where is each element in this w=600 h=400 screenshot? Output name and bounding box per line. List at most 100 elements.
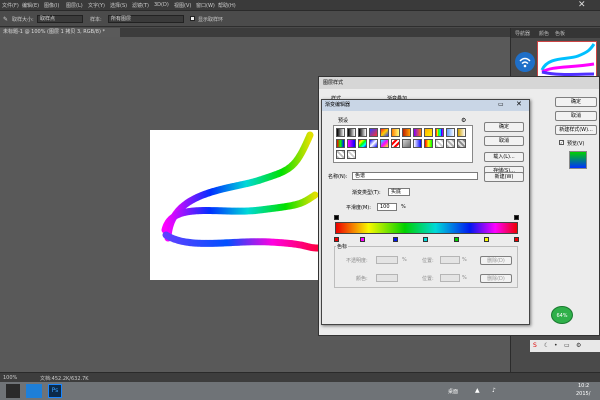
new-style-button[interactable]: 新建样式(W)... (555, 125, 597, 135)
color-location-input[interactable] (440, 274, 460, 282)
opacity-stop-left[interactable] (334, 215, 339, 220)
preset-swatch[interactable] (336, 128, 345, 137)
name-input[interactable]: 色谱 (352, 172, 478, 180)
preset-swatch[interactable] (402, 139, 411, 148)
keyboard-icon[interactable]: ▭ (564, 342, 570, 349)
preset-swatch[interactable] (369, 128, 378, 137)
color-stop[interactable] (423, 237, 428, 242)
tab-color[interactable]: 颜色 (539, 30, 549, 37)
gradient-type-select[interactable]: 实底 (388, 188, 410, 196)
preset-swatch[interactable] (457, 139, 466, 148)
sogou-icon[interactable]: S (533, 342, 537, 349)
preset-swatch[interactable] (347, 128, 356, 137)
preset-swatch[interactable] (391, 128, 400, 137)
panel-tabs: 导航器 颜色 色板 (511, 28, 600, 38)
color-stop[interactable] (393, 237, 398, 242)
preset-swatch[interactable] (336, 150, 345, 159)
volume-icon[interactable]: ♪ (492, 387, 496, 394)
color-stop[interactable] (514, 237, 519, 242)
menu-file[interactable]: 文件(F) (2, 2, 19, 9)
clock-date: 2015/ (576, 391, 591, 397)
color-stop[interactable] (454, 237, 459, 242)
gradient-ok-button[interactable]: 确定 (484, 122, 524, 132)
tab-navigator[interactable]: 导航器 (515, 30, 530, 37)
style-preview-swatch (569, 151, 587, 169)
gradient-cancel-button[interactable]: 取消 (484, 136, 524, 146)
menu-select[interactable]: 选择(S) (110, 2, 127, 9)
eyedropper-icon: ✎ (3, 16, 9, 23)
preset-swatch[interactable] (413, 139, 422, 148)
menu-image[interactable]: 图像(I) (44, 2, 59, 9)
preset-swatch[interactable] (457, 128, 466, 137)
layer-style-ok-button[interactable]: 确定 (555, 97, 597, 107)
menu-edit[interactable]: 编辑(E) (22, 2, 39, 9)
delete-opacity-stop-button[interactable]: 删除(D) (480, 256, 512, 265)
photoshop-icon[interactable]: Ps (48, 384, 62, 398)
smoothness-input[interactable]: 100 (377, 203, 397, 211)
preset-swatch[interactable] (347, 139, 356, 148)
color-swatch[interactable] (376, 274, 398, 282)
preset-swatch[interactable] (435, 139, 444, 148)
document-canvas[interactable] (150, 130, 322, 280)
gear-icon[interactable]: ⚙ (461, 117, 466, 124)
new-button[interactable]: 新建(W) (484, 172, 524, 182)
speed-badge[interactable]: 64% (551, 306, 573, 324)
menu-layer[interactable]: 图层(L) (66, 2, 83, 9)
preset-swatch[interactable] (424, 128, 433, 137)
windows-start-icon[interactable] (6, 384, 20, 398)
stops-group-label: 色标 (336, 243, 349, 250)
sample-select[interactable]: 所有图层 (108, 15, 184, 23)
color-label: 颜色: (356, 276, 368, 282)
preset-swatch[interactable] (369, 139, 378, 148)
network-icon[interactable]: ▲ (475, 387, 480, 394)
color-stop[interactable] (484, 237, 489, 242)
menu-help[interactable]: 帮助(H) (218, 2, 236, 9)
preset-swatch[interactable] (380, 128, 389, 137)
delete-color-stop-button[interactable]: 删除(D) (480, 274, 512, 283)
preset-swatch[interactable] (380, 139, 389, 148)
preset-swatch[interactable] (358, 128, 367, 137)
preset-swatch[interactable] (435, 128, 444, 137)
name-label: 名称(N): (328, 174, 348, 180)
document-size: 文档:452.2K/632.7K (40, 376, 89, 382)
preset-swatch[interactable] (446, 139, 455, 148)
opacity-input[interactable] (376, 256, 398, 264)
sample-size-select[interactable]: 取样点 (37, 15, 83, 23)
menu-window[interactable]: 窗口(W) (196, 2, 215, 9)
menu-filter[interactable]: 滤镜(T) (132, 2, 149, 9)
preset-swatch[interactable] (424, 139, 433, 148)
navigator-thumbnail[interactable] (537, 41, 597, 79)
menu-3d[interactable]: 3D(D) (154, 2, 169, 8)
preset-swatch[interactable] (358, 139, 367, 148)
color-stop[interactable] (334, 237, 339, 242)
preset-swatch[interactable] (391, 139, 400, 148)
opacity-stop-right[interactable] (514, 215, 519, 220)
desktop-label[interactable]: 桌面 (448, 388, 458, 395)
smoothness-unit: % (401, 204, 406, 210)
menu-view[interactable]: 视图(V) (174, 2, 191, 9)
tab-swatches[interactable]: 色板 (555, 30, 565, 37)
preset-swatch[interactable] (446, 128, 455, 137)
zoom-level[interactable]: 100% (3, 375, 17, 381)
opacity-location-input[interactable] (440, 256, 460, 264)
close-icon[interactable]: ✕ (578, 0, 586, 10)
show-ring-checkbox[interactable] (190, 16, 195, 21)
document-tab[interactable]: 未标题-1 @ 100% (图层 1 拷贝 3, RGB/8) * (0, 28, 120, 37)
ie-icon[interactable] (26, 384, 42, 398)
preset-swatch[interactable] (347, 150, 356, 159)
dot-icon[interactable]: • (554, 342, 558, 349)
preset-swatch[interactable] (336, 139, 345, 148)
preset-swatch[interactable] (402, 128, 411, 137)
load-button[interactable]: 载入(L)... (484, 152, 524, 162)
dialog-close-icon[interactable]: ✕ (516, 100, 522, 108)
color-stop[interactable] (360, 237, 365, 242)
preset-swatch[interactable] (413, 128, 422, 137)
layer-style-cancel-button[interactable]: 取消 (555, 111, 597, 121)
settings-icon[interactable]: ⚙ (576, 342, 581, 349)
moon-icon[interactable]: ☾ (544, 342, 549, 349)
menu-type[interactable]: 文字(Y) (88, 2, 105, 9)
minimize-icon[interactable]: ▭ (498, 101, 504, 108)
gradient-preview-bar[interactable] (335, 222, 518, 234)
preview-checkbox[interactable]: ✓ (559, 140, 564, 145)
color-location-label: 位置: (422, 276, 434, 282)
